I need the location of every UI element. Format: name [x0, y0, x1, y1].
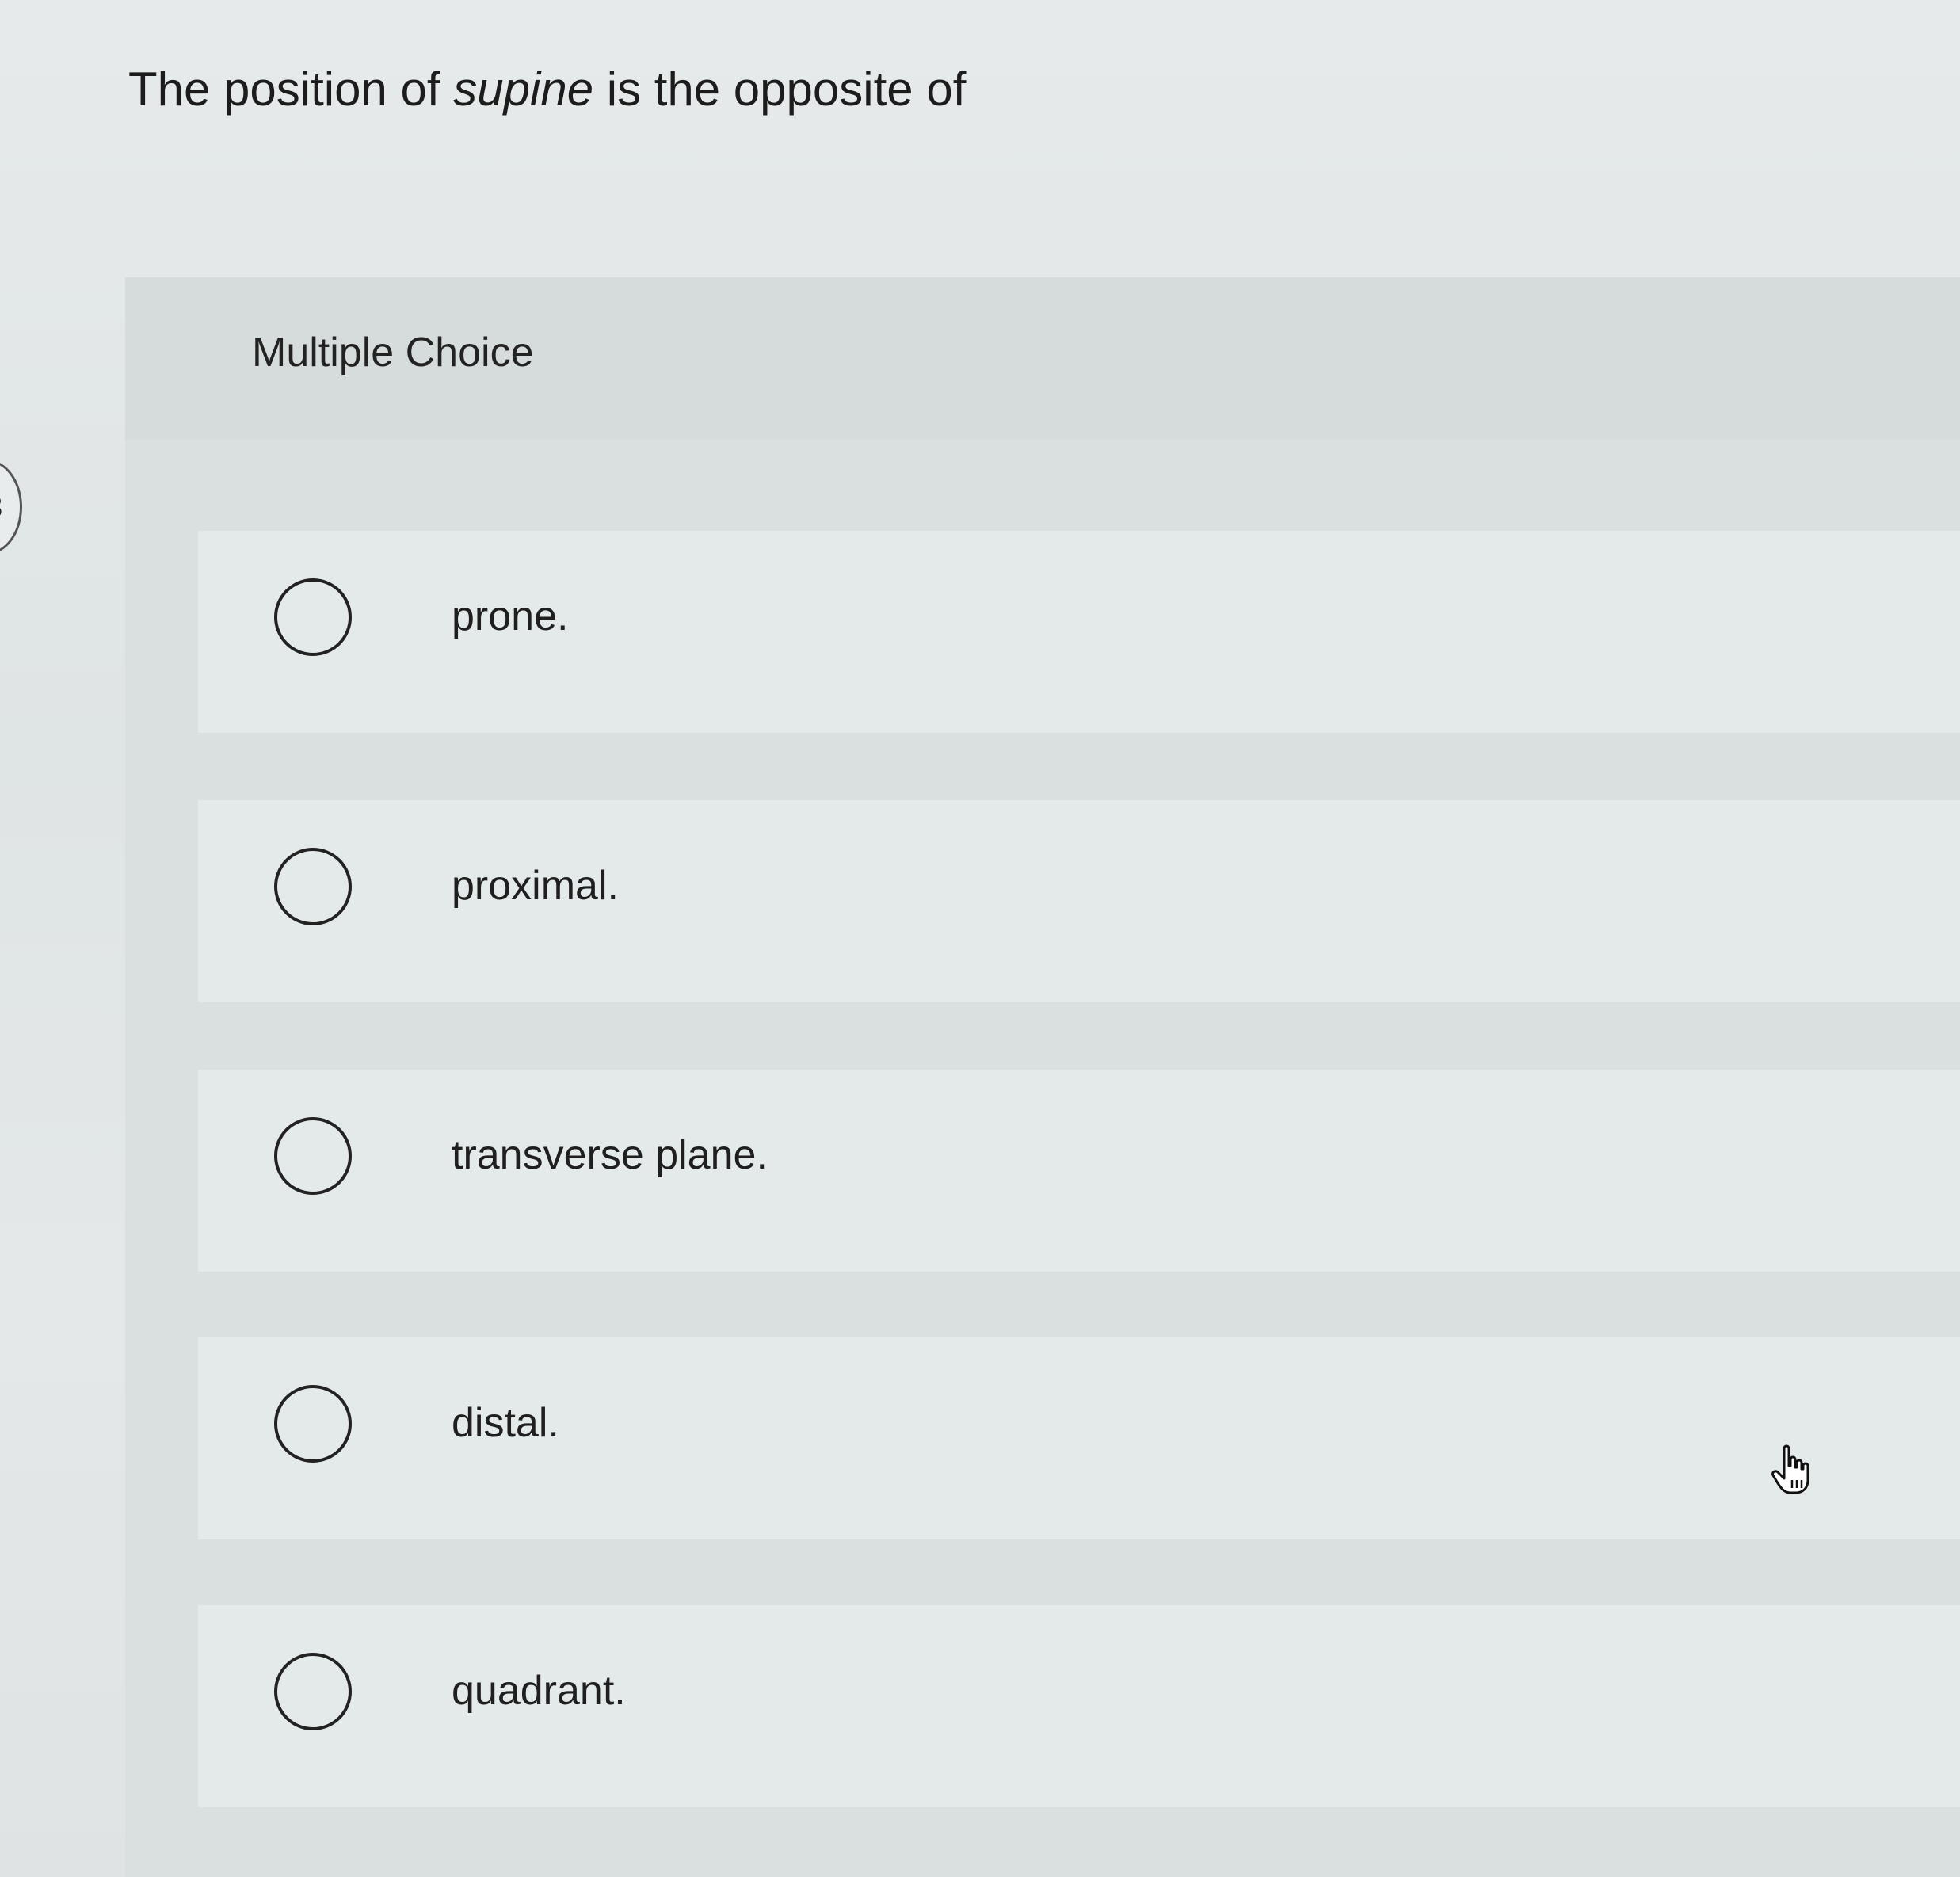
answer-option-quadrant[interactable]: quadrant. — [198, 1605, 1960, 1807]
radio-button[interactable] — [274, 578, 352, 656]
question-text-after: is the opposite of — [593, 63, 967, 116]
quiz-page: 3 The position of supine is the opposite… — [0, 0, 1960, 1877]
radio-button[interactable] — [274, 848, 352, 925]
answer-option-prone[interactable]: prone. — [198, 531, 1960, 733]
question-text-before: The position of — [128, 63, 454, 116]
answer-option-proximal[interactable]: proximal. — [198, 800, 1960, 1002]
question-type-label: Multiple Choice — [252, 330, 534, 376]
answer-option-label: distal. — [452, 1400, 559, 1446]
answer-option-label: prone. — [452, 593, 569, 639]
answer-option-distal[interactable]: distal. — [198, 1337, 1960, 1539]
answer-options: prone. proximal. transverse plane. dista… — [198, 531, 1960, 1830]
radio-button[interactable] — [274, 1653, 352, 1730]
question-number: 3 — [0, 490, 2, 525]
hand-pointer-icon — [1771, 1444, 1809, 1494]
answer-option-label: quadrant. — [452, 1668, 626, 1714]
question-number-badge[interactable]: 3 — [0, 460, 22, 555]
question-text-emphasis: supine — [453, 63, 594, 116]
answer-option-label: proximal. — [452, 863, 619, 909]
radio-button[interactable] — [274, 1117, 352, 1195]
answer-option-label: transverse plane. — [452, 1132, 768, 1178]
answer-option-transverse-plane[interactable]: transverse plane. — [198, 1070, 1960, 1272]
radio-button[interactable] — [274, 1385, 352, 1463]
question-prompt: The position of supine is the opposite o… — [128, 62, 966, 116]
